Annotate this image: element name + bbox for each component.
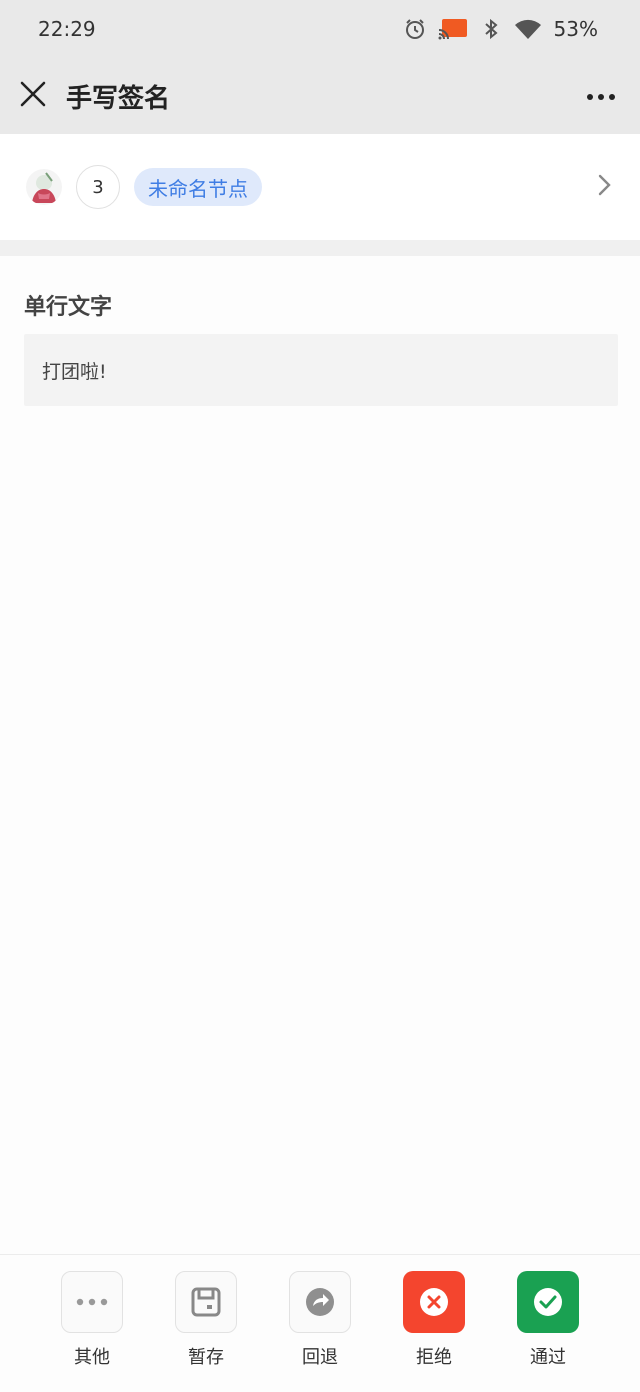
more-menu-icon[interactable] [586, 87, 616, 106]
check-icon [517, 1271, 579, 1333]
reject-button[interactable]: 拒绝 [403, 1271, 465, 1369]
cast-icon [438, 18, 468, 40]
avatar [26, 169, 62, 205]
reject-label: 拒绝 [416, 1347, 452, 1368]
node-name-tag: 未命名节点 [134, 168, 262, 206]
pass-label: 通过 [530, 1347, 566, 1368]
save-draft-label: 暂存 [188, 1347, 224, 1368]
bluetooth-icon [480, 18, 502, 40]
return-icon [289, 1271, 351, 1333]
node-row[interactable]: 3 未命名节点 [0, 134, 640, 240]
pass-button[interactable]: 通过 [517, 1271, 579, 1369]
status-icons: 53% [404, 17, 598, 41]
wifi-icon [514, 18, 542, 40]
close-icon[interactable] [20, 81, 46, 111]
return-label: 回退 [302, 1347, 338, 1368]
chevron-right-icon[interactable] [598, 174, 612, 200]
page-title: 手写签名 [66, 83, 171, 114]
alarm-icon [404, 18, 426, 40]
section-divider [0, 240, 640, 256]
reject-icon [403, 1271, 465, 1333]
other-button[interactable]: 其他 [61, 1271, 123, 1369]
battery-text: 53% [553, 17, 598, 41]
bottom-action-bar: 其他 暂存 回退 拒绝 通过 [0, 1254, 640, 1392]
nav-bar: 手写签名 [0, 58, 640, 134]
other-label: 其他 [74, 1347, 110, 1368]
return-button[interactable]: 回退 [289, 1271, 351, 1369]
save-draft-button[interactable]: 暂存 [175, 1271, 237, 1369]
step-number-badge: 3 [76, 165, 120, 209]
field-label: 单行文字 [24, 295, 113, 320]
single-line-text-field: 单行文字 打团啦! [24, 290, 618, 406]
status-time: 22:29 [38, 17, 96, 41]
field-value: 打团啦! [24, 334, 618, 406]
more-icon [61, 1271, 123, 1333]
status-bar: 22:29 53% [0, 0, 640, 58]
save-icon [175, 1271, 237, 1333]
